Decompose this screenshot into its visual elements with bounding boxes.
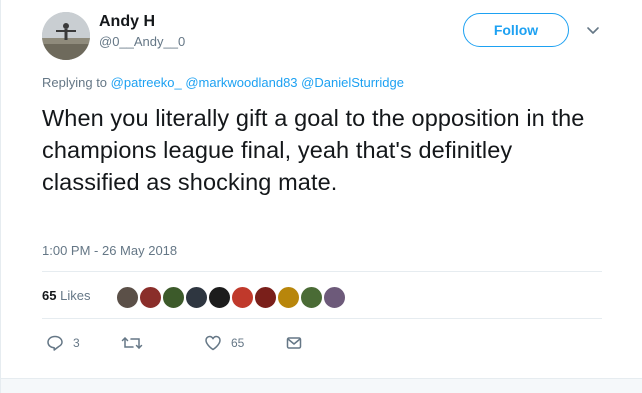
liker-avatar[interactable] (299, 285, 324, 310)
replying-to: Replying to @patreeko_ @markwoodland83 @… (42, 74, 404, 92)
likes-number: 65 (42, 288, 57, 303)
follow-button[interactable]: Follow (463, 13, 569, 47)
envelope-icon (286, 337, 302, 349)
reply-count: 3 (73, 336, 80, 350)
like-button[interactable]: 65 (204, 333, 244, 353)
liker-avatar[interactable] (115, 285, 140, 310)
liker-avatar[interactable] (230, 285, 255, 310)
user-handle[interactable]: @0__Andy__0 (99, 33, 185, 51)
chevron-down-icon[interactable] (585, 22, 601, 38)
liker-avatars (115, 285, 347, 310)
retweet-icon (121, 337, 143, 349)
liker-avatar[interactable] (138, 285, 163, 310)
reply-composer-strip (1, 378, 642, 393)
like-count: 65 (231, 336, 245, 350)
mention-link[interactable]: @markwoodland83 (185, 75, 297, 90)
liker-avatar[interactable] (322, 285, 347, 310)
tweet-card: Andy H @0__Andy__0 Follow Replying to @p… (0, 0, 642, 393)
mention-link[interactable]: @patreeko_ (111, 75, 182, 90)
retweet-button[interactable] (121, 333, 152, 353)
liker-avatar[interactable] (184, 285, 209, 310)
direct-message-button[interactable] (285, 333, 303, 353)
likes-count[interactable]: 65 Likes (42, 287, 90, 305)
liker-avatar[interactable] (253, 285, 278, 310)
likes-label: Likes (60, 288, 91, 303)
reply-button[interactable]: 3 (46, 333, 80, 353)
display-name[interactable]: Andy H (99, 12, 155, 32)
avatar[interactable] (42, 12, 90, 60)
liker-avatar[interactable] (276, 285, 301, 310)
tweet-text: When you literally gift a goal to the op… (42, 105, 585, 195)
heart-icon (205, 335, 221, 351)
replying-to-label: Replying to (42, 75, 108, 90)
liker-avatar[interactable] (207, 285, 232, 310)
divider (42, 318, 602, 319)
divider (42, 271, 602, 272)
tweet-timestamp[interactable]: 1:00 PM - 26 May 2018 (42, 242, 177, 260)
mention-link[interactable]: @DanielSturridge (301, 75, 404, 90)
liker-avatar[interactable] (161, 285, 186, 310)
reply-icon (47, 335, 63, 351)
